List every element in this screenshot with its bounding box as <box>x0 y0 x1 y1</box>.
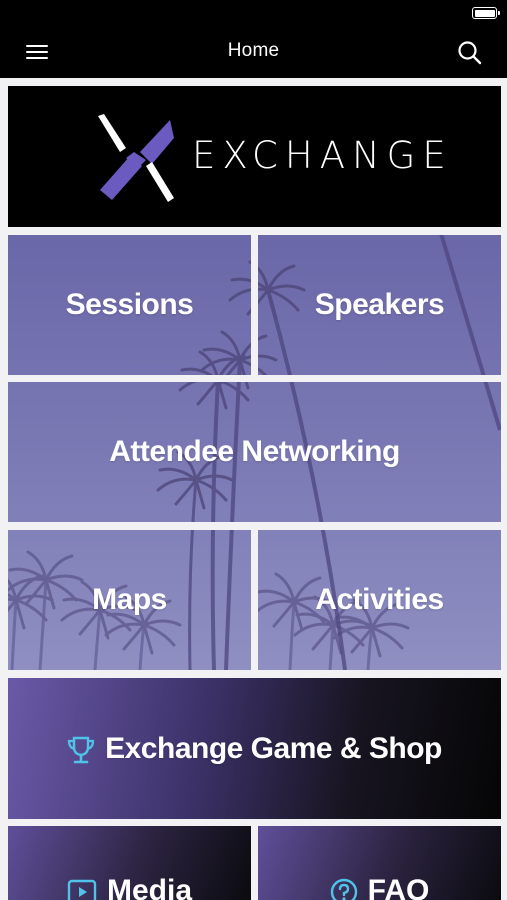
media-tile[interactable]: Media <box>8 826 251 900</box>
battery-icon <box>472 7 500 19</box>
media-label-row: Media <box>8 874 251 900</box>
faq-label-row: FAQ <box>258 874 501 900</box>
maps-label: Maps <box>92 583 167 616</box>
grid-divider <box>251 230 258 380</box>
activities-label: Activities <box>315 583 444 616</box>
exchange-logo-icon <box>98 114 174 202</box>
exchange-banner[interactable]: EXCHANGE <box>8 86 501 227</box>
trophy-icon <box>68 736 95 763</box>
grid-divider <box>251 524 258 674</box>
faq-tile[interactable]: FAQ <box>258 826 501 900</box>
search-icon[interactable] <box>455 38 485 68</box>
speakers-tile[interactable]: Speakers <box>258 235 501 375</box>
attendee-networking-label: Attendee Networking <box>109 435 400 468</box>
game-shop-label: Exchange Game & Shop <box>105 731 442 765</box>
exchange-game-shop-tile[interactable]: Exchange Game & Shop <box>8 678 501 819</box>
game-shop-label-row: Exchange Game & Shop <box>8 732 501 766</box>
faq-label: FAQ <box>367 874 430 900</box>
status-bar <box>0 0 507 26</box>
sessions-label: Sessions <box>65 288 194 321</box>
question-icon <box>330 878 357 900</box>
grid-divider <box>0 78 8 900</box>
grid-divider <box>0 375 507 382</box>
attendee-networking-tile[interactable]: Attendee Networking <box>8 382 501 522</box>
activities-tile[interactable]: Activities <box>258 530 501 670</box>
play-icon <box>67 879 97 900</box>
brand-wordmark: EXCHANGE <box>192 134 453 177</box>
maps-tile[interactable]: Maps <box>8 530 251 670</box>
navigation-bar: Home <box>0 26 507 78</box>
grid-divider <box>501 78 507 900</box>
speakers-label: Speakers <box>314 288 445 321</box>
media-label: Media <box>106 874 193 900</box>
home-grid: EXCHANGE Sessions Speakers Attendee Netw… <box>0 78 507 900</box>
page-title: Home <box>227 40 280 61</box>
sessions-tile[interactable]: Sessions <box>8 235 251 375</box>
